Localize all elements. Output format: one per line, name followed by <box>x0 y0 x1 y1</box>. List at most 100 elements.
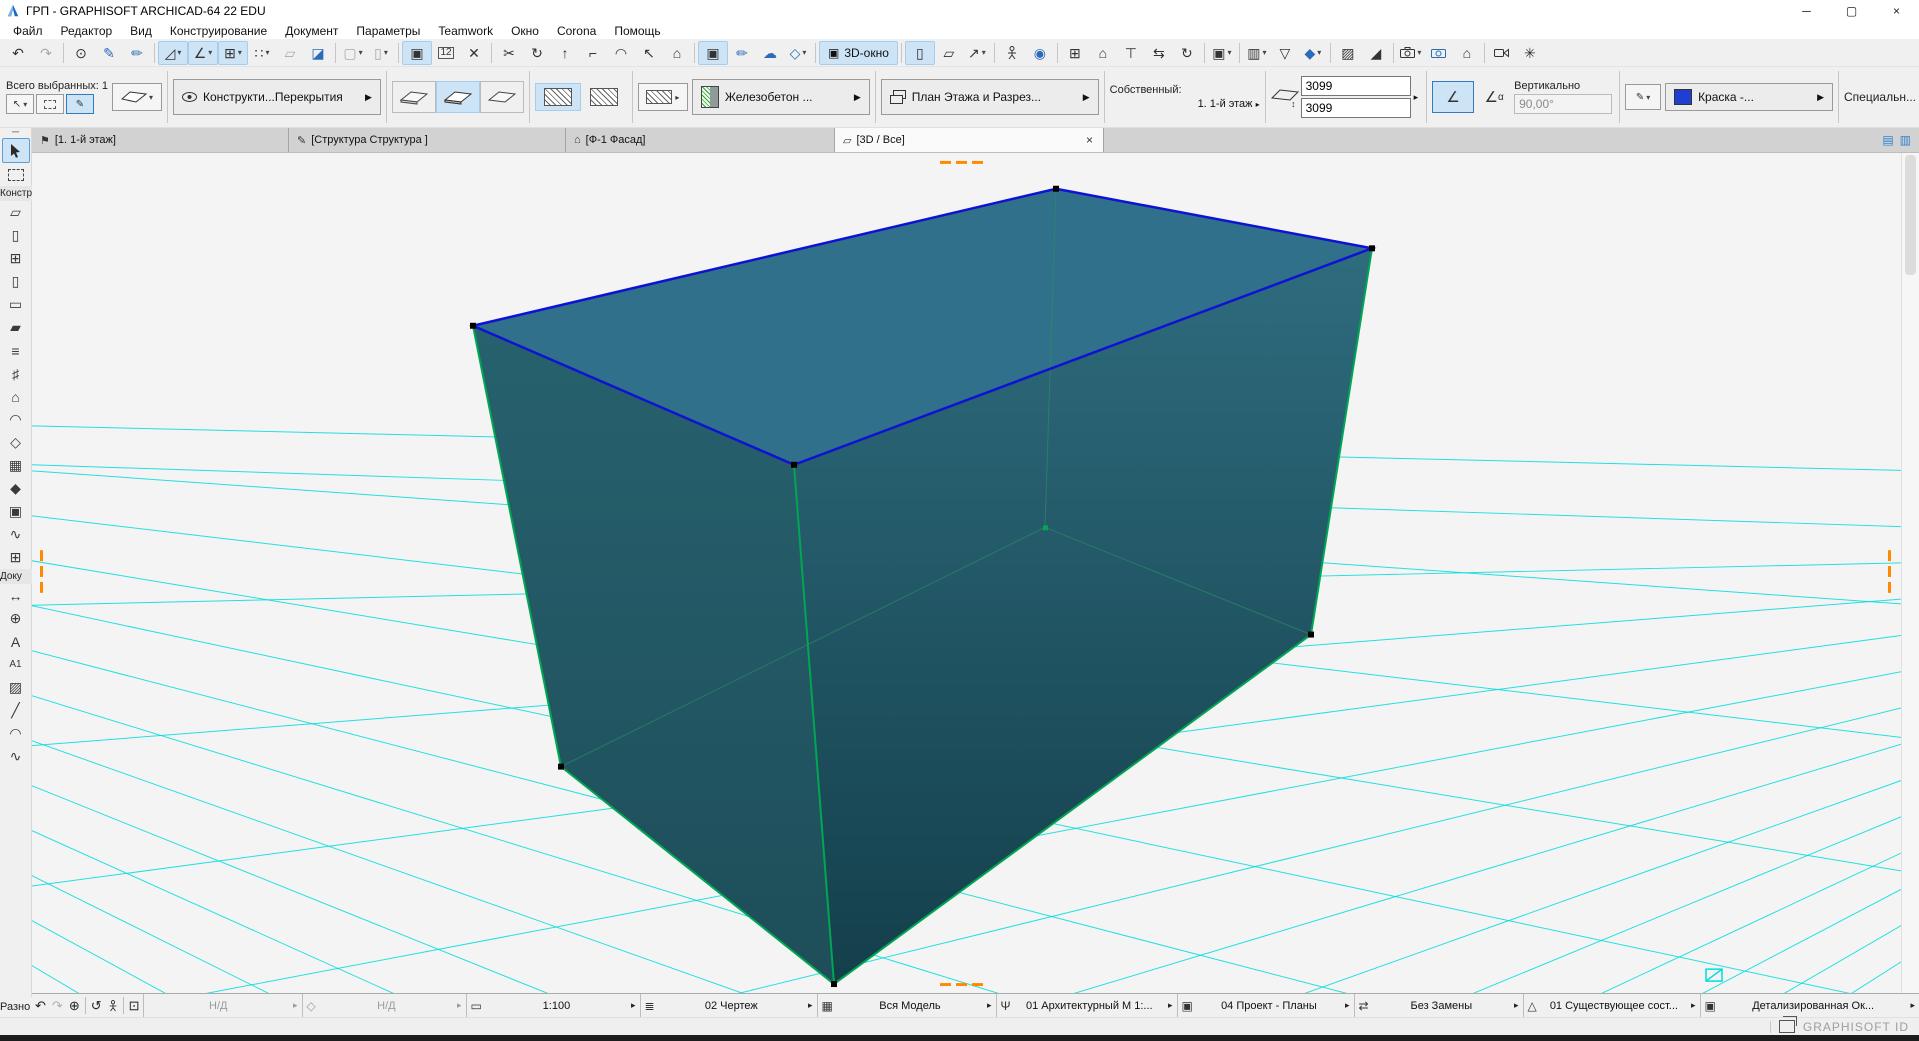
home-story-select[interactable]: 1. 1-й этаж ▸ <box>1110 98 1260 110</box>
tool-mesh[interactable]: ∿ <box>3 523 29 546</box>
3d-window-button[interactable]: ▣3D-окно <box>819 41 898 65</box>
dimension-units-icon[interactable]: 12 <box>432 42 460 64</box>
tab-close-icon[interactable]: × <box>1084 133 1095 147</box>
redo-icon[interactable]: ↷ <box>32 42 60 64</box>
pen-color-button[interactable]: ✎▾ <box>1625 84 1661 110</box>
virtual-trace-icon[interactable]: ◪ <box>304 42 332 64</box>
video-icon[interactable] <box>1488 42 1516 64</box>
tool-column[interactable]: ▯ <box>3 270 29 293</box>
camera-settings-icon[interactable] <box>1425 42 1453 64</box>
tool-arrow[interactable] <box>2 138 30 163</box>
menu-file[interactable]: Файл <box>4 24 52 38</box>
pick-up-parameters-icon[interactable]: ⊙ <box>67 42 95 64</box>
tab-3d-all[interactable]: ▱ [3D / Все] × <box>835 128 1104 152</box>
tool-label[interactable]: A1 <box>3 653 29 676</box>
graphisoft-id-label[interactable]: GRAPHISOFT ID <box>1803 1020 1909 1034</box>
menu-teamwork[interactable]: Teamwork <box>429 24 502 38</box>
floor-plan-display-button[interactable]: План Этажа и Разрез...▶ <box>881 79 1099 115</box>
tool-slab[interactable]: ▰ <box>3 316 29 339</box>
menu-options[interactable]: Параметры <box>347 24 429 38</box>
navigator-preview-icon[interactable]: ▥ <box>1900 133 1911 147</box>
scrollbar-thumb[interactable] <box>1905 155 1916 275</box>
status-model-filter-cell[interactable]: ▦ Вся Модель▸ <box>817 994 996 1017</box>
tool-level-dimension[interactable]: ⊕ <box>3 607 29 630</box>
undo-icon[interactable]: ↶ <box>4 42 32 64</box>
split-icon[interactable]: ✂ <box>495 42 523 64</box>
fill-preview-button[interactable]: ▸ <box>638 83 688 111</box>
slab-plane-top-button[interactable] <box>480 81 524 113</box>
building-material-button[interactable]: Железобетон ...▶ <box>692 79 870 115</box>
tool-grid[interactable]: ⊞ <box>3 546 29 569</box>
adjust-icon[interactable]: ⌐ <box>579 42 607 64</box>
drag-icon[interactable]: ↖ <box>635 42 663 64</box>
menu-window[interactable]: Окно <box>502 24 548 38</box>
rotate-icon[interactable]: ↻ <box>523 42 551 64</box>
edit-elements-icon[interactable]: ✏ <box>728 42 756 64</box>
nodes-icon[interactable]: ✕ <box>460 42 488 64</box>
3d-viewport[interactable] <box>32 153 1919 993</box>
zoom-in-icon[interactable]: ⊕ <box>69 998 80 1014</box>
minimize-button[interactable]: ─ <box>1784 0 1829 22</box>
maximize-button[interactable]: ▢ <box>1829 0 1874 22</box>
solid-box-icon[interactable]: ▱ <box>935 42 963 64</box>
inject-parameters-icon[interactable]: ✎ <box>95 42 123 64</box>
toolbox-section-design[interactable]: Констр <box>0 186 32 201</box>
status-project-cell[interactable]: ▣ 04 Проект - Планы▸ <box>1177 994 1354 1017</box>
frame-select-icon[interactable]: ▢▾ <box>339 42 367 64</box>
profile-manager-icon[interactable]: ▯▾ <box>367 42 395 64</box>
status-layer-combination-cell[interactable]: ≣ 02 Чертеж▸ <box>640 994 817 1017</box>
swap-icon[interactable]: ⇆ <box>1145 42 1173 64</box>
toolbox-collapse-handle[interactable]: ─ <box>12 130 19 138</box>
angle-input[interactable] <box>1514 94 1612 114</box>
menu-document[interactable]: Документ <box>276 24 347 38</box>
offset-flyout-arrow[interactable]: ▸ <box>1414 92 1419 103</box>
editing-plane-icon[interactable]: ▱ <box>276 42 304 64</box>
marquee-edit-icon[interactable]: ▣ <box>698 41 728 65</box>
tab-section[interactable]: ✎ [Структура Структура ] <box>289 128 566 152</box>
tool-roof[interactable]: ⌂ <box>3 385 29 408</box>
tool-line[interactable]: ╱ <box>3 699 29 722</box>
filter-marquee-icon[interactable]: ◆▾ <box>1299 42 1327 64</box>
tool-fill[interactable]: ▨ <box>3 676 29 699</box>
status-dimension-style-cell[interactable]: ▣ Детализированная Ок...▸ <box>1700 994 1919 1017</box>
tool-spline[interactable]: ∿ <box>3 745 29 768</box>
menu-help[interactable]: Помощь <box>605 24 669 38</box>
dimension-house-icon[interactable]: ⌂ <box>1089 42 1117 64</box>
surveyor-icon[interactable]: ⊤ <box>1117 42 1145 64</box>
tool-shell[interactable]: ◠ <box>3 408 29 431</box>
status-zoom-cell[interactable]: Н/Д▸ <box>143 994 302 1017</box>
intersect-icon[interactable]: ⌂ <box>663 42 691 64</box>
toolbox-section-document[interactable]: Доку <box>0 569 32 584</box>
gravity-icon[interactable]: ∠▾ <box>188 41 218 65</box>
tool-dimension[interactable]: ↔ <box>3 584 29 607</box>
3d-scene[interactable] <box>32 153 1901 993</box>
selected-slab[interactable] <box>470 186 1375 987</box>
tool-door[interactable]: ▯ <box>3 224 29 247</box>
copy-view-icon[interactable]: ▣▾ <box>1208 42 1236 64</box>
offset-top-input[interactable] <box>1301 76 1411 96</box>
slab-geometry-button[interactable]: ▾ <box>112 83 162 111</box>
menu-corona[interactable]: Corona <box>548 24 605 38</box>
status-pen-set-cell[interactable]: Ψ 01 Архитектурный М 1:...▸ <box>996 994 1177 1017</box>
stretch-icon[interactable]: ↑ <box>551 42 579 64</box>
orbit-mode-icon[interactable]: ↺ <box>91 998 102 1014</box>
photo-render-icon[interactable]: ⌂ <box>1453 42 1481 64</box>
3d-cutting-icon[interactable]: ▥▾ <box>1243 42 1271 64</box>
favorites-icon[interactable]: ◇▾ <box>784 42 812 64</box>
door-panel-icon[interactable]: ▯ <box>905 41 935 65</box>
dimension-grid-icon[interactable]: ⊞ <box>1061 42 1089 64</box>
status-scale-cell[interactable]: ▭ 1:100▸ <box>466 994 640 1017</box>
surface-paint-button[interactable]: Краска -...▶ <box>1665 83 1833 111</box>
menu-view[interactable]: Вид <box>121 24 161 38</box>
tool-skylight[interactable]: ◇ <box>3 431 29 454</box>
snap-grid-icon[interactable]: ∷▾ <box>248 42 276 64</box>
apply-surface-icon[interactable]: ▨ <box>1334 42 1362 64</box>
tool-zone[interactable]: ▣ <box>3 500 29 523</box>
cover-fill-button[interactable] <box>581 83 627 111</box>
slab-plane-reference-button[interactable] <box>436 81 480 113</box>
rotate-view-icon[interactable]: ↻ <box>1173 42 1201 64</box>
group-edit-icon[interactable]: ▣ <box>402 41 432 65</box>
render-effects-icon[interactable]: ✳ <box>1516 42 1544 64</box>
tool-wall[interactable]: ▱ <box>3 201 29 224</box>
close-button[interactable]: × <box>1874 0 1919 22</box>
